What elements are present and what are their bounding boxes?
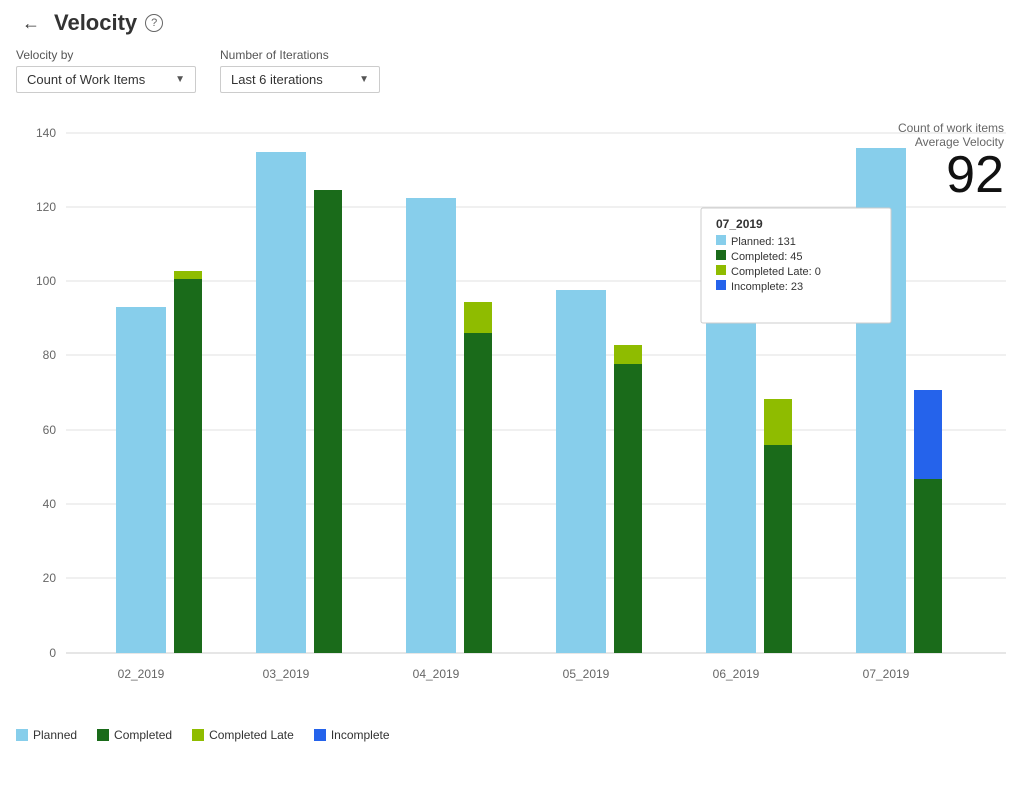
velocity-by-value: Count of Work Items — [27, 72, 145, 87]
legend-planned: Planned — [16, 728, 77, 742]
svg-text:03_2019: 03_2019 — [263, 667, 310, 681]
svg-text:20: 20 — [43, 571, 57, 585]
bar-planned-03 — [256, 152, 306, 653]
svg-text:Planned: 131: Planned: 131 — [731, 236, 796, 248]
svg-text:Completed: 45: Completed: 45 — [731, 251, 803, 263]
legend-incomplete: Incomplete — [314, 728, 390, 742]
bar-completed-late-06 — [764, 399, 792, 445]
svg-text:07_2019: 07_2019 — [863, 667, 910, 681]
svg-text:04_2019: 04_2019 — [413, 667, 460, 681]
bar-planned-02 — [116, 307, 166, 653]
bar-planned-04 — [406, 198, 456, 653]
bar-completed-07 — [914, 479, 942, 653]
svg-text:06_2019: 06_2019 — [713, 667, 760, 681]
velocity-by-label: Velocity by — [16, 48, 196, 62]
velocity-by-arrow: ▼ — [175, 74, 185, 85]
bar-completed-04 — [464, 333, 492, 653]
bar-incomplete-07 — [914, 390, 942, 479]
svg-text:Incomplete: 23: Incomplete: 23 — [731, 281, 803, 293]
svg-text:60: 60 — [43, 423, 57, 437]
svg-text:05_2019: 05_2019 — [563, 667, 610, 681]
svg-text:80: 80 — [43, 348, 57, 362]
legend-completed: Completed — [97, 728, 172, 742]
iterations-arrow: ▼ — [359, 74, 369, 85]
planned-swatch — [16, 729, 28, 741]
page-title: Velocity — [54, 10, 137, 36]
legend-planned-label: Planned — [33, 728, 77, 742]
velocity-by-dropdown[interactable]: Count of Work Items ▼ — [16, 66, 196, 93]
bar-completed-late-04 — [464, 302, 492, 333]
bar-completed-06 — [764, 445, 792, 653]
bar-completed-05 — [614, 364, 642, 653]
bar-completed-late-05 — [614, 345, 642, 364]
legend-incomplete-label: Incomplete — [331, 728, 390, 742]
legend-completed-label: Completed — [114, 728, 172, 742]
svg-text:07_2019: 07_2019 — [716, 217, 763, 231]
chart-legend: Planned Completed Completed Late Incompl… — [0, 718, 1036, 752]
iterations-dropdown[interactable]: Last 6 iterations ▼ — [220, 66, 380, 93]
svg-text:100: 100 — [36, 274, 56, 288]
help-icon[interactable]: ? — [145, 14, 163, 32]
iterations-value: Last 6 iterations — [231, 72, 323, 87]
svg-text:120: 120 — [36, 200, 56, 214]
svg-text:02_2019: 02_2019 — [118, 667, 165, 681]
completed-late-swatch — [192, 729, 204, 741]
svg-text:Completed Late: 0: Completed Late: 0 — [731, 266, 821, 278]
svg-text:0: 0 — [49, 646, 56, 660]
legend-completed-late: Completed Late — [192, 728, 294, 742]
bar-completed-03 — [314, 190, 342, 653]
svg-text:140: 140 — [36, 126, 56, 140]
svg-text:40: 40 — [43, 497, 57, 511]
incomplete-swatch — [314, 729, 326, 741]
bar-planned-05 — [556, 290, 606, 653]
velocity-chart: 0 20 40 60 80 100 120 140 — [16, 113, 1020, 713]
completed-swatch — [97, 729, 109, 741]
bar-completed-02 — [174, 279, 202, 653]
legend-completed-late-label: Completed Late — [209, 728, 294, 742]
bar-completed-late-02 — [174, 271, 202, 279]
back-button[interactable]: ← — [16, 11, 46, 36]
iterations-label: Number of Iterations — [220, 48, 380, 62]
bar-planned-06 — [706, 307, 756, 653]
